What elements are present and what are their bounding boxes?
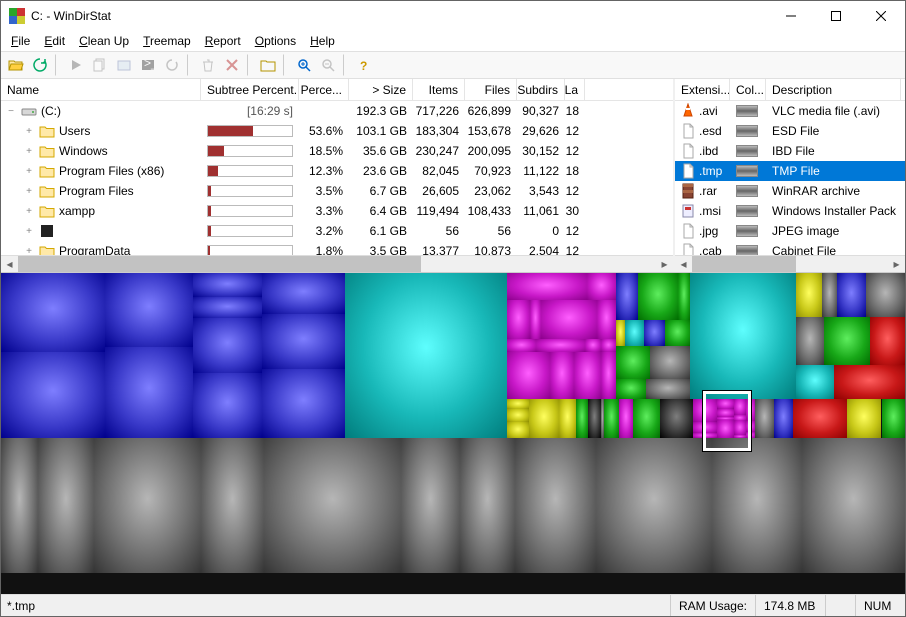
color-swatch	[736, 105, 758, 117]
cmd-icon[interactable]: >_	[137, 54, 159, 76]
directory-tree-headers[interactable]: NameSubtree Percent...Perce...> SizeItem…	[1, 79, 673, 101]
menu-treemap[interactable]: Treemap	[137, 32, 197, 50]
expand-icon[interactable]: +	[23, 126, 35, 137]
expand-icon[interactable]: +	[23, 186, 35, 197]
color-swatch	[736, 165, 758, 177]
maximize-button[interactable]	[813, 2, 858, 31]
delete-icon[interactable]	[221, 54, 243, 76]
expand-icon[interactable]: −	[5, 106, 17, 117]
column-header[interactable]: Col...	[730, 79, 766, 100]
svg-text:>_: >_	[144, 58, 155, 70]
treemap-selection	[703, 391, 751, 451]
color-swatch	[736, 245, 758, 255]
h-scrollbar[interactable]: ◂▸	[675, 255, 905, 272]
zoom-in-icon[interactable]	[293, 54, 315, 76]
color-swatch	[736, 185, 758, 197]
toolbar: >_ ?	[1, 51, 905, 79]
zoom-out-icon[interactable]	[317, 54, 339, 76]
expand-icon[interactable]: +	[23, 146, 35, 157]
extension-row[interactable]: .aviVLC media file (.avi)	[675, 101, 905, 121]
extension-row[interactable]: .ibdIBD File	[675, 141, 905, 161]
menu-file[interactable]: File	[5, 32, 36, 50]
column-header[interactable]: Description	[766, 79, 901, 100]
color-swatch	[736, 125, 758, 137]
svg-text:?: ?	[360, 59, 367, 72]
row-name: Users	[59, 124, 90, 138]
copy-icon[interactable]	[89, 54, 111, 76]
directory-tree-pane: NameSubtree Percent...Perce...> SizeItem…	[1, 79, 675, 272]
color-swatch	[736, 205, 758, 217]
treemap[interactable]	[1, 273, 905, 594]
tree-row[interactable]: +Program Files (x86)12.3%23.6 GB82,04570…	[1, 161, 673, 181]
tree-row[interactable]: +3.2%6.1 GB5656012	[1, 221, 673, 241]
row-name: Windows	[59, 144, 108, 158]
extension-row[interactable]: .msiWindows Installer Pack	[675, 201, 905, 221]
tree-row[interactable]: +Windows18.5%35.6 GB230,247200,09530,152…	[1, 141, 673, 161]
menubar: FileEditClean UpTreemapReportOptionsHelp	[1, 31, 905, 51]
open-icon[interactable]	[5, 54, 27, 76]
directory-tree-rows: −(C:)[16:29 s]192.3 GB717,226626,89990,3…	[1, 101, 673, 255]
tree-row[interactable]: +Users53.6%103.1 GB183,304153,67829,6261…	[1, 121, 673, 141]
column-header[interactable]: Extensi...	[675, 79, 730, 100]
extension-row[interactable]: .esdESD File	[675, 121, 905, 141]
expand-icon[interactable]: +	[23, 246, 35, 256]
column-header[interactable]: Subdirs	[517, 79, 565, 100]
num-indicator: NUM	[855, 595, 899, 616]
trash-icon[interactable]	[197, 54, 219, 76]
color-swatch	[736, 225, 758, 237]
window-title: C: - WinDirStat	[31, 9, 768, 23]
play-icon[interactable]	[65, 54, 87, 76]
extension-row[interactable]: .tmpTMP File	[675, 161, 905, 181]
ram-value: 174.8 MB	[755, 595, 825, 616]
h-scrollbar[interactable]: ◂▸	[1, 255, 673, 272]
color-swatch	[736, 145, 758, 157]
help-icon[interactable]: ?	[353, 54, 375, 76]
column-header[interactable]: Perce...	[299, 79, 349, 100]
extension-row[interactable]: .rarWinRAR archive	[675, 181, 905, 201]
extension-list-rows: .aviVLC media file (.avi).esdESD File.ib…	[675, 101, 905, 255]
folder-icon[interactable]	[257, 54, 279, 76]
status-bar: *.tmp RAM Usage: 174.8 MB NUM	[1, 594, 905, 616]
column-header[interactable]: Files	[465, 79, 517, 100]
app-icon	[9, 8, 25, 24]
row-name: Program Files (x86)	[59, 164, 164, 178]
column-header[interactable]: Name	[1, 79, 201, 100]
extension-row[interactable]: .cabCabinet File	[675, 241, 905, 255]
tree-row[interactable]: +ProgramData1.8%3.5 GB13,37710,8732,5041…	[1, 241, 673, 255]
menu-help[interactable]: Help	[304, 32, 341, 50]
refresh-icon[interactable]	[29, 54, 51, 76]
tree-row[interactable]: +xampp3.3%6.4 GB119,494108,43311,06130	[1, 201, 673, 221]
column-header[interactable]: La	[565, 79, 585, 100]
row-name: (C:)	[41, 104, 61, 118]
column-header[interactable]: > Size	[349, 79, 413, 100]
close-button[interactable]	[858, 2, 903, 31]
menu-edit[interactable]: Edit	[38, 32, 71, 50]
tree-row[interactable]: −(C:)[16:29 s]192.3 GB717,226626,89990,3…	[1, 101, 673, 121]
column-header[interactable]: Subtree Percent...	[201, 79, 299, 100]
row-name: xampp	[59, 204, 95, 218]
extension-list-headers[interactable]: Extensi...Col...Description	[675, 79, 905, 101]
menu-clean-up[interactable]: Clean Up	[73, 32, 135, 50]
expand-icon[interactable]: +	[23, 226, 35, 237]
row-name: ProgramData	[59, 244, 130, 255]
tree-row[interactable]: +Program Files3.5%6.7 GB26,60523,0623,54…	[1, 181, 673, 201]
extension-list-pane: Extensi...Col...Description .aviVLC medi…	[675, 79, 905, 272]
expand-icon[interactable]: +	[23, 206, 35, 217]
menu-options[interactable]: Options	[249, 32, 302, 50]
titlebar: C: - WinDirStat	[1, 1, 905, 31]
ram-label: RAM Usage:	[670, 595, 755, 616]
minimize-button[interactable]	[768, 2, 813, 31]
explorer-icon[interactable]	[113, 54, 135, 76]
status-path: *.tmp	[7, 599, 670, 613]
extension-row[interactable]: .jpgJPEG image	[675, 221, 905, 241]
menu-report[interactable]: Report	[199, 32, 247, 50]
column-header[interactable]: Items	[413, 79, 465, 100]
row-name: Program Files	[59, 184, 134, 198]
expand-icon[interactable]: +	[23, 166, 35, 177]
refresh2-icon[interactable]	[161, 54, 183, 76]
